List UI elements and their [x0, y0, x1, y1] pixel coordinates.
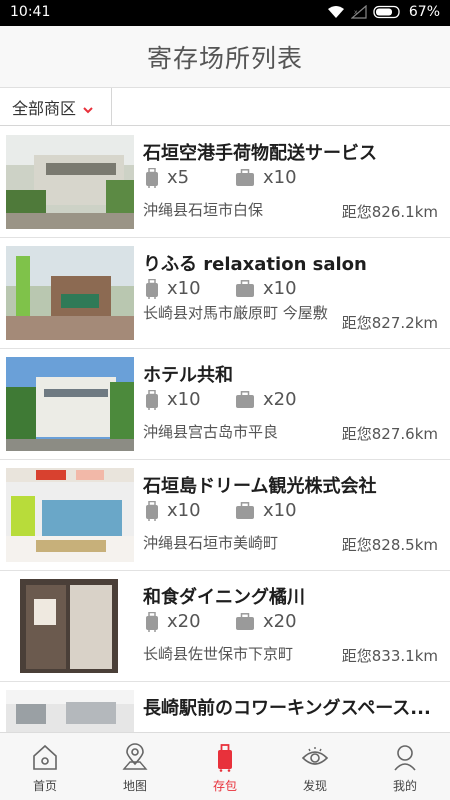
luggage-icon: [211, 742, 239, 772]
list-item[interactable]: りふる relaxation salon x10 x10 长崎县对馬市厳原町 今…: [0, 238, 450, 349]
suitcase-icon: [145, 611, 159, 632]
suitcase-count: x5: [167, 167, 190, 188]
suitcase-icon: [145, 389, 159, 410]
header: 寄存场所列表: [0, 26, 450, 88]
location-name: 石垣空港手荷物配送サービス: [143, 143, 377, 164]
suitcase-capacity: x20: [145, 611, 201, 632]
nav-profile[interactable]: 我的: [360, 733, 450, 800]
suitcase-capacity: x10: [145, 389, 201, 410]
status-icons: x 67%: [327, 4, 440, 20]
bag-count: x10: [263, 278, 297, 299]
location-address: 长崎县对馬市厳原町 今屋敷: [143, 304, 328, 322]
list-item[interactable]: 和食ダイニング橘川 x20 x20 长崎县佐世保市下京町 距您833.1km: [0, 571, 450, 682]
eye-icon: [301, 742, 329, 772]
nav-label: 存包: [212, 779, 237, 793]
suitcase-count: x10: [167, 278, 201, 299]
list-item[interactable]: 石垣空港手荷物配送サービス x5 x10 沖绳县石垣市白保 距您826.1km: [0, 127, 450, 238]
svg-text:x: x: [354, 9, 358, 16]
location-distance: 距您826.1km: [341, 203, 438, 221]
signal-icon: x: [350, 5, 367, 19]
location-photo: [6, 135, 134, 229]
location-name: 和食ダイニング橘川: [143, 587, 305, 608]
user-icon: [391, 742, 419, 772]
location-photo: [6, 246, 134, 340]
wifi-icon: [327, 5, 345, 19]
bag-icon: [235, 390, 255, 409]
location-name: ホテル共和: [143, 365, 233, 386]
suitcase-count: x20: [167, 611, 201, 632]
bag-capacity: x10: [235, 278, 297, 299]
location-address: 沖绳县石垣市白保: [143, 201, 264, 219]
filter-bar: 全部商区: [0, 88, 450, 126]
chevron-down-icon: [82, 101, 94, 114]
suitcase-count: x10: [167, 500, 201, 521]
nav-label: 我的: [392, 779, 417, 793]
home-icon: [31, 742, 59, 772]
location-photo: [6, 579, 134, 673]
area-filter-label: 全部商区: [12, 99, 77, 118]
storage-location-list: 石垣空港手荷物配送サービス x5 x10 沖绳县石垣市白保 距您826.1km …: [0, 127, 450, 732]
bag-icon: [235, 279, 255, 298]
suitcase-capacity: x10: [145, 278, 201, 299]
status-bar: 10:41 x 67%: [0, 0, 450, 26]
location-distance: 距您827.2km: [341, 314, 438, 332]
suitcase-capacity: x5: [145, 167, 189, 188]
bag-capacity: x10: [235, 500, 297, 521]
bag-icon: [235, 501, 255, 520]
location-photo: [6, 357, 134, 451]
bag-icon: [235, 612, 255, 631]
battery-icon: [373, 5, 403, 19]
suitcase-count: x10: [167, 389, 201, 410]
bag-count: x20: [263, 389, 297, 410]
nav-map[interactable]: 地图: [90, 733, 180, 800]
suitcase-capacity: x10: [145, 500, 201, 521]
suitcase-icon: [145, 278, 159, 299]
bottom-nav: 首页 地图 存包 发现 我的: [0, 732, 450, 800]
location-name: 石垣島ドリーム観光株式会社: [143, 476, 377, 497]
bag-capacity: x20: [235, 611, 297, 632]
bag-count: x10: [263, 500, 297, 521]
list-item[interactable]: ホテル共和 x10 x20 沖绳县宫古岛市平良 距您827.6km: [0, 349, 450, 460]
nav-label: 地图: [122, 779, 147, 793]
location-name: 長崎駅前のコワーキングスペース...: [143, 698, 431, 719]
location-photo: [6, 690, 134, 732]
suitcase-icon: [145, 500, 159, 521]
nav-label: 首页: [32, 779, 57, 793]
status-time: 10:41: [10, 4, 51, 20]
suitcase-icon: [145, 167, 159, 188]
location-distance: 距您833.1km: [341, 647, 438, 665]
nav-label: 发现: [302, 779, 327, 793]
nav-discover[interactable]: 发现: [270, 733, 360, 800]
location-address: 长崎县佐世保市下京町: [143, 645, 294, 663]
map-pin-icon: [121, 742, 149, 772]
location-distance: 距您828.5km: [341, 536, 438, 554]
location-address: 沖绳县宫古岛市平良: [143, 423, 279, 441]
nav-home[interactable]: 首页: [0, 733, 90, 800]
location-photo: [6, 468, 134, 562]
bag-icon: [235, 168, 255, 187]
location-name: りふる relaxation salon: [143, 254, 367, 275]
list-item[interactable]: 石垣島ドリーム観光株式会社 x10 x10 沖绳县石垣市美崎町 距您828.5k…: [0, 460, 450, 571]
bag-capacity: x10: [235, 167, 297, 188]
nav-storage[interactable]: 存包: [180, 733, 270, 800]
bag-count: x20: [263, 611, 297, 632]
battery-percent: 67%: [408, 4, 440, 20]
list-item[interactable]: 長崎駅前のコワーキングスペース...: [0, 682, 450, 732]
location-address: 沖绳县石垣市美崎町: [143, 534, 279, 552]
bag-count: x10: [263, 167, 297, 188]
page-title: 寄存场所列表: [146, 43, 303, 73]
area-filter-dropdown[interactable]: 全部商区: [0, 88, 112, 126]
bag-capacity: x20: [235, 389, 297, 410]
location-distance: 距您827.6km: [341, 425, 438, 443]
